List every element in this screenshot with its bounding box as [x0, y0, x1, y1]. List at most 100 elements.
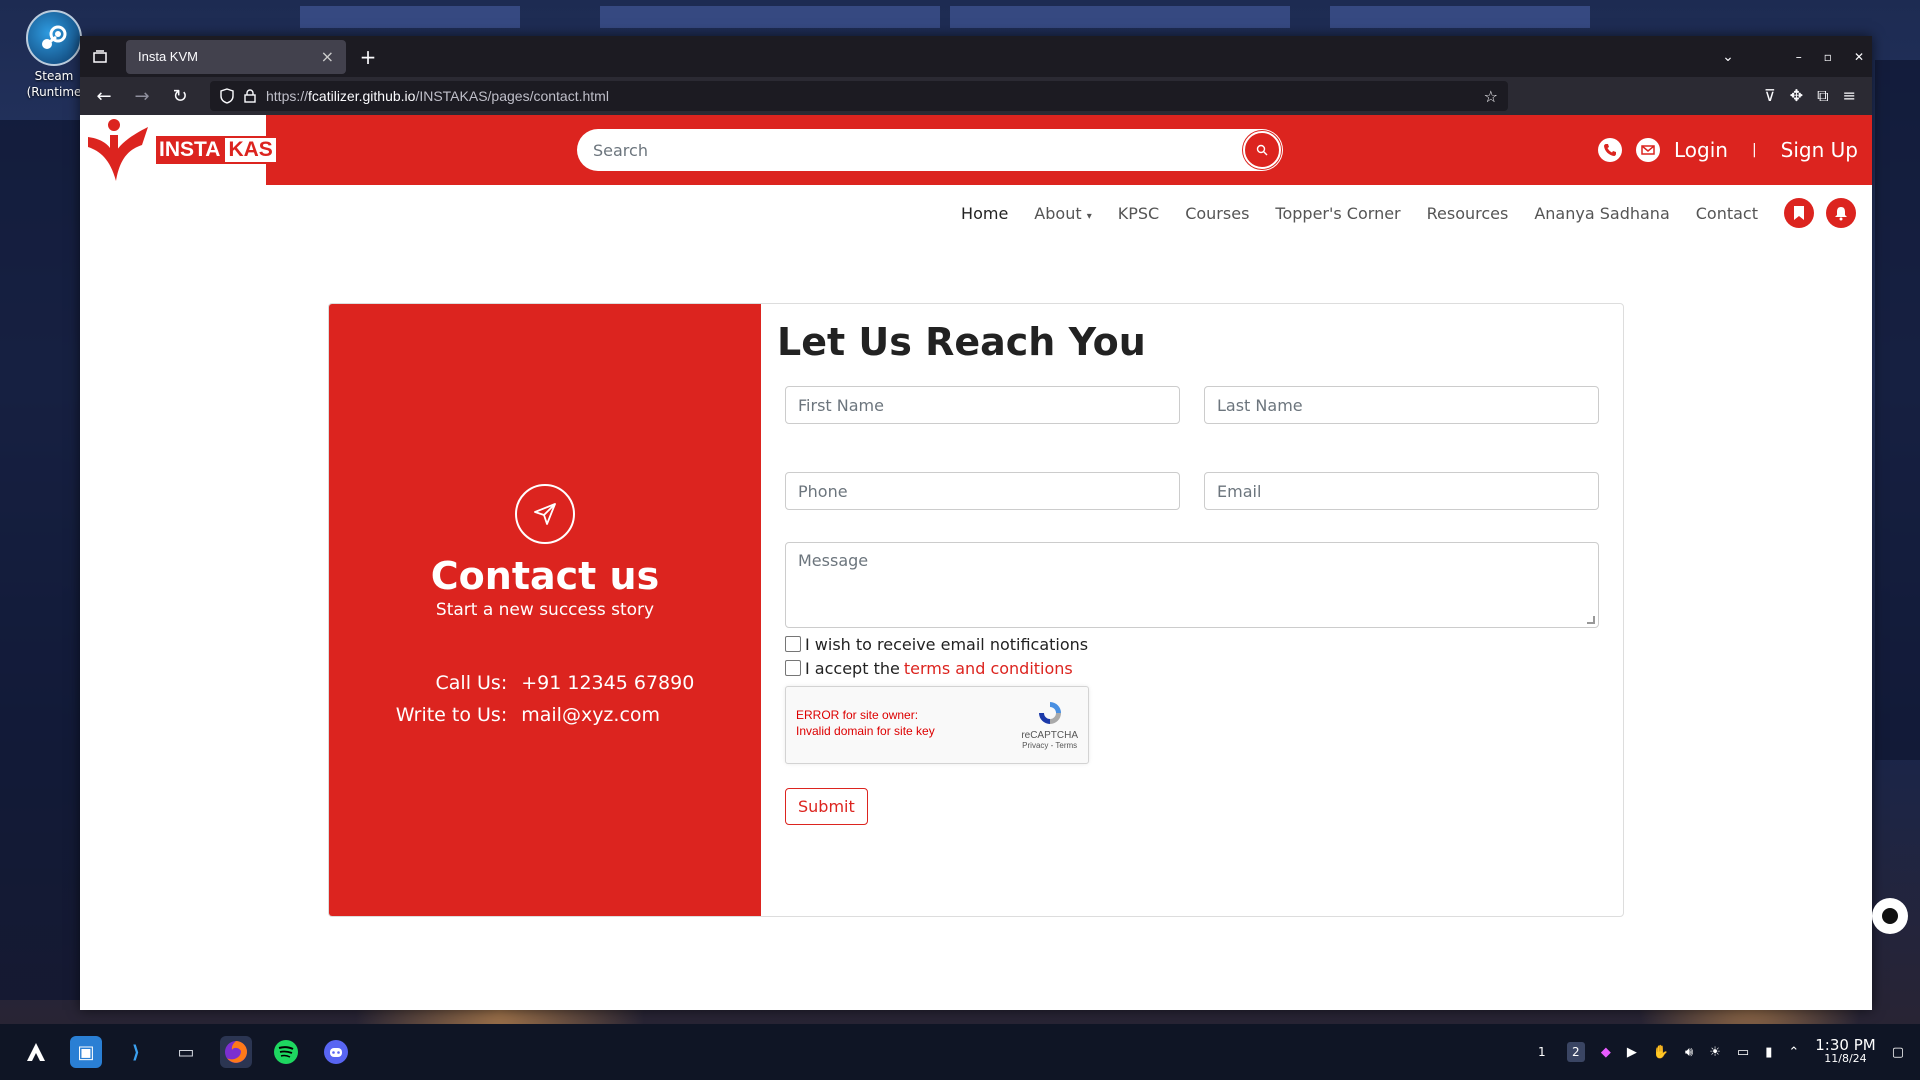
url-scheme: https://: [266, 88, 309, 104]
phone-icon[interactable]: [1597, 138, 1622, 162]
first-name-field[interactable]: First Name: [785, 386, 1180, 424]
recaptcha-links[interactable]: Privacy - Terms: [1021, 741, 1078, 750]
submit-button[interactable]: Submit: [785, 788, 868, 825]
list-all-tabs-icon[interactable]: ⌄: [1722, 49, 1734, 65]
pocket-icon[interactable]: ⊽: [1764, 86, 1776, 106]
software-store-icon[interactable]: ▣: [70, 1036, 102, 1068]
spotify-icon[interactable]: [270, 1036, 302, 1068]
tab-title: Insta KVM: [138, 49, 198, 64]
extensions-puzzle-icon[interactable]: ⧉: [1817, 86, 1828, 106]
taskbar: ▣ ⟩ ▭ 1 2 ◆ ▶ ✋ 🔊︎ ☀ ▭ ▮ ⌃ 1:30 PM 11/8/…: [0, 1024, 1920, 1080]
message-placeholder: Message: [798, 551, 869, 570]
last-name-field[interactable]: Last Name: [1204, 386, 1599, 424]
address-bar[interactable]: https://fcatilizer.github.io/INSTAKAS/pa…: [210, 81, 1508, 111]
name-row: First Name Last Name: [777, 386, 1599, 424]
wallpaper-window: [950, 6, 1290, 28]
brightness-icon[interactable]: ☀: [1709, 1045, 1721, 1060]
steam-icon: [26, 10, 82, 66]
search-input[interactable]: Search: [593, 141, 1243, 160]
login-link[interactable]: Login: [1674, 138, 1728, 162]
clock[interactable]: 1:30 PM 11/8/24: [1815, 1038, 1875, 1066]
menu-item-courses[interactable]: Courses: [1185, 204, 1249, 223]
workspace-1[interactable]: 1: [1533, 1042, 1551, 1062]
minimize-icon[interactable]: –: [1796, 50, 1802, 64]
menu-item-ananya-sadhana[interactable]: Ananya Sadhana: [1534, 204, 1669, 223]
contact-info-panel: Contact us Start a new success story Cal…: [329, 304, 761, 916]
mail-icon[interactable]: [1635, 138, 1660, 162]
extension-icon[interactable]: ✥: [1790, 86, 1803, 106]
media-play-icon[interactable]: ▶: [1627, 1045, 1637, 1060]
menu-item-home[interactable]: Home: [961, 204, 1008, 223]
logo-text-insta: INSTA: [156, 136, 224, 164]
terms-link[interactable]: terms and conditions: [904, 659, 1073, 678]
volume-icon[interactable]: 🔊︎: [1685, 1045, 1693, 1060]
tab-list-icon: [93, 49, 107, 63]
search-button[interactable]: [1243, 131, 1281, 169]
email-field[interactable]: Email: [1204, 472, 1599, 510]
signup-link[interactable]: Sign Up: [1781, 138, 1858, 162]
new-tab-button[interactable]: +: [350, 40, 386, 74]
phone-field[interactable]: Phone: [785, 472, 1180, 510]
hand-icon[interactable]: ✋: [1653, 1045, 1669, 1060]
terms-checkbox[interactable]: [785, 660, 801, 676]
menu-item-about-label: About: [1034, 203, 1082, 223]
recaptcha-widget[interactable]: ERROR for site owner: Invalid domain for…: [785, 686, 1089, 764]
wallpaper-window: [600, 6, 940, 28]
system-tray: 1 2 ◆ ▶ ✋ 🔊︎ ☀ ▭ ▮ ⌃ 1:30 PM 11/8/24 ▢: [1533, 1038, 1920, 1066]
menu-item-about[interactable]: About ▾: [1034, 204, 1091, 223]
bookmark-star-icon[interactable]: ☆: [1484, 87, 1498, 106]
navigation-toolbar: ← → ↻ https://fcatilizer.github.io/INSTA…: [80, 77, 1872, 115]
menu-item-resources[interactable]: Resources: [1427, 204, 1509, 223]
url-text: https://fcatilizer.github.io/INSTAKAS/pa…: [266, 88, 1474, 104]
wallpaper-window: [0, 120, 80, 1000]
call-value: +91 12345 67890: [521, 672, 695, 694]
tab-bar: Insta KVM × + ⌄ – ▫ ✕: [80, 36, 1872, 77]
menu-hamburger-icon[interactable]: ≡: [1843, 86, 1856, 106]
web-page: INSTA KAS Search Login | Sign Up Home Ab…: [80, 115, 1872, 1010]
battery-icon[interactable]: ▮: [1765, 1045, 1772, 1060]
workspace-2[interactable]: 2: [1566, 1042, 1585, 1062]
lock-icon[interactable]: [244, 89, 256, 103]
expand-tray-icon[interactable]: ⌃: [1788, 1045, 1799, 1060]
floating-widget[interactable]: [1872, 898, 1908, 934]
discord-icon[interactable]: [320, 1036, 352, 1068]
browser-tab[interactable]: Insta KVM ×: [126, 39, 346, 74]
file-manager-icon[interactable]: ▭: [170, 1036, 202, 1068]
resize-handle[interactable]: [1587, 616, 1595, 624]
site-logo[interactable]: INSTA KAS: [80, 115, 278, 185]
menu-item-toppers-corner[interactable]: Topper's Corner: [1275, 204, 1400, 223]
bookmark-icon[interactable]: [1784, 198, 1814, 228]
tab-list-button[interactable]: [80, 36, 120, 77]
toolbar-right: ⊽ ✥ ⧉ ≡: [1764, 86, 1864, 106]
vscode-icon[interactable]: ⟩: [120, 1036, 152, 1068]
contact-form: Let Us Reach You First Name Last Name Ph…: [761, 304, 1623, 916]
maximize-icon[interactable]: ▫: [1824, 50, 1832, 64]
menu-item-kpsc[interactable]: KPSC: [1118, 204, 1159, 223]
header-actions: Login | Sign Up: [1597, 115, 1858, 185]
notification-bell-icon[interactable]: [1826, 198, 1856, 228]
form-title: Let Us Reach You: [777, 320, 1146, 364]
clock-time: 1:30 PM: [1815, 1036, 1876, 1054]
reload-button[interactable]: ↻: [164, 80, 196, 112]
close-window-icon[interactable]: ✕: [1854, 50, 1864, 64]
forward-button[interactable]: →: [126, 80, 158, 112]
wallpaper-window: [1875, 60, 1920, 760]
url-host: fcatilizer.github.io: [308, 88, 416, 104]
close-tab-icon[interactable]: ×: [321, 47, 334, 66]
notify-checkbox[interactable]: [785, 636, 801, 652]
message-textarea[interactable]: Message: [785, 542, 1599, 628]
app-launcher-icon[interactable]: [20, 1036, 52, 1068]
shield-icon[interactable]: [220, 88, 234, 104]
menu-item-contact[interactable]: Contact: [1696, 204, 1758, 223]
app-tray-icon[interactable]: ◆: [1601, 1045, 1611, 1060]
contact-subtitle: Start a new success story: [435, 600, 655, 620]
widget-dot-icon: [1882, 908, 1898, 924]
display-icon[interactable]: ▭: [1737, 1045, 1749, 1060]
show-desktop-icon[interactable]: ▢: [1892, 1045, 1904, 1060]
logo-wordmark: INSTA KAS: [156, 136, 278, 164]
caret-down-icon: ▾: [1086, 210, 1092, 222]
back-button[interactable]: ←: [88, 80, 120, 112]
terms-checkbox-row: I accept the terms and conditions: [785, 656, 1599, 680]
firefox-icon[interactable]: [220, 1036, 252, 1068]
search-icon: [1256, 144, 1268, 156]
